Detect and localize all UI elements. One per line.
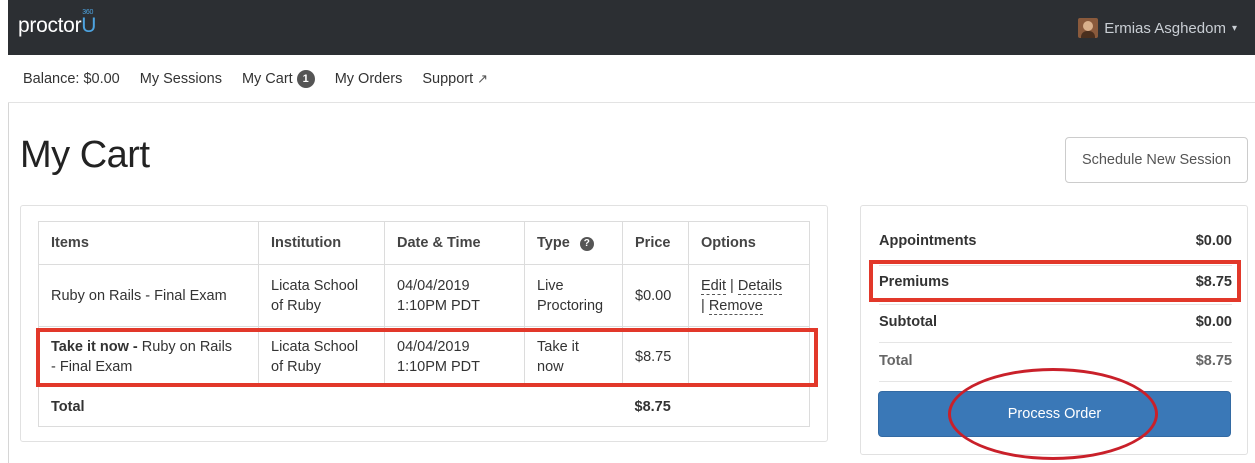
nav-my-cart[interactable]: My Cart 1 [241, 69, 315, 88]
total-label: Total [38, 386, 259, 427]
summary-appointments: Appointments $0.00 [879, 233, 1232, 249]
nav-my-orders[interactable]: My Orders [335, 71, 403, 87]
highlight-premiums [869, 260, 1241, 302]
proctoru-logo[interactable]: proctor 360 U [18, 9, 96, 38]
column-header-type: Type? [524, 221, 623, 265]
left-border [8, 103, 9, 463]
user-menu[interactable]: Ermias Asghedom ▾ [1078, 18, 1237, 38]
top-navbar: proctor 360 U Ermias Asghedom ▾ [8, 0, 1255, 55]
item-name: Ruby on Rails - Final Exam [38, 264, 259, 327]
user-name: Ermias Asghedom [1104, 19, 1226, 37]
highlight-process-order [948, 368, 1158, 460]
column-header-items: Items [38, 221, 259, 265]
table-total-row: Total $8.75 [38, 386, 810, 427]
column-header-institution: Institution [258, 221, 385, 265]
nav-support[interactable]: Support ↗ [422, 71, 488, 87]
date-time: 04/04/2019 1:10PM PDT [384, 264, 525, 327]
remove-link[interactable]: Remove [708, 297, 763, 315]
price: $0.00 [622, 264, 689, 327]
external-link-icon: ↗ [477, 70, 489, 86]
chevron-down-icon: ▾ [1231, 22, 1237, 34]
options-cell: Edit | Details | Remove [688, 264, 810, 327]
table-header-row: Items Institution Date & Time Type? Pric… [38, 221, 810, 265]
details-link[interactable]: Details [737, 277, 783, 295]
highlight-take-it-now-row [36, 328, 818, 387]
edit-link[interactable]: Edit [701, 277, 726, 295]
account-nav: Balance: $0.00 My Sessions My Cart 1 My O… [8, 55, 1255, 103]
divider [879, 304, 1232, 305]
help-icon[interactable]: ? [579, 237, 594, 251]
session-type: Live Proctoring [524, 264, 623, 327]
summary-total: Total $8.75 [879, 353, 1232, 369]
nav-support-label: Support [422, 70, 474, 87]
institution: Licata School of Ruby [258, 264, 385, 327]
schedule-new-session-button[interactable]: Schedule New Session [1065, 137, 1248, 183]
cart-items-panel: Items Institution Date & Time Type? Pric… [20, 205, 828, 442]
balance-text: Balance: $0.00 [23, 70, 120, 87]
nav-my-sessions[interactable]: My Sessions [140, 71, 222, 87]
nav-my-cart-label: My Cart [241, 70, 293, 87]
column-header-options: Options [688, 221, 810, 265]
column-header-date-time: Date & Time [384, 221, 525, 265]
user-avatar [1078, 18, 1099, 38]
cart-table: Items Institution Date & Time Type? Pric… [38, 221, 810, 427]
column-header-type-label: Type [537, 235, 570, 251]
total-value: $8.75 [622, 386, 689, 427]
cart-count-badge: 1 [296, 69, 315, 88]
page-title: My Cart [20, 134, 150, 176]
table-row: Ruby on Rails - Final Exam Licata School… [38, 264, 810, 327]
divider [879, 342, 1232, 343]
column-header-price: Price [622, 221, 689, 265]
summary-subtotal: Subtotal $0.00 [879, 314, 1232, 330]
